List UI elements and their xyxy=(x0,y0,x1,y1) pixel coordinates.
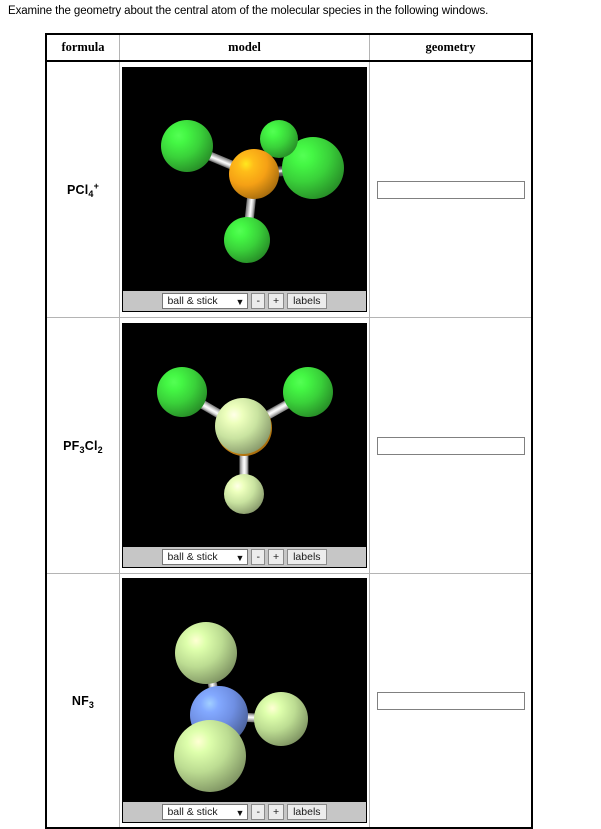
geometry-cell xyxy=(369,573,533,829)
model-cell: ball & stick ▼ - + labels xyxy=(119,60,370,318)
instruction-text: Examine the geometry about the central a… xyxy=(8,5,489,17)
formula-subscript: 3 xyxy=(88,699,95,710)
formula-superscript: + xyxy=(93,180,100,191)
formula-element: PF xyxy=(63,438,80,453)
jmol-applet-pf3cl2[interactable]: ball & stick ▼ - + labels xyxy=(122,323,367,568)
atom-sphere-f xyxy=(175,622,237,684)
atom-sphere-f xyxy=(224,474,264,514)
atom-sphere-f xyxy=(254,692,308,746)
formula-subscript-2: 2 xyxy=(97,444,103,455)
formula-cell: PCl4+ xyxy=(45,60,120,318)
jmol-applet-nf3[interactable]: ball & stick ▼ - + labels xyxy=(122,578,367,823)
atom-sphere-f xyxy=(215,398,271,454)
formula-element: PCl xyxy=(66,182,89,197)
viewer-controls-nf3: ball & stick ▼ - + labels xyxy=(123,801,366,822)
formula-element-2: Cl xyxy=(84,438,98,453)
zoom-out-button[interactable]: - xyxy=(251,549,265,565)
zoom-in-button[interactable]: + xyxy=(267,804,285,820)
formula-element: NF xyxy=(71,693,89,708)
geometry-table: formula model geometry PCl4+ ball & stic… xyxy=(45,33,533,829)
atom-sphere-p xyxy=(229,149,279,199)
column-header-geometry: geometry xyxy=(369,33,533,62)
column-header-model: model xyxy=(119,33,370,62)
labels-button[interactable]: labels xyxy=(287,293,327,309)
zoom-out-button[interactable]: - xyxy=(251,293,265,309)
table-row: PCl4+ ball & stick ▼ - + labels xyxy=(45,60,533,318)
geometry-answer-input[interactable] xyxy=(376,691,525,710)
zoom-in-button[interactable]: + xyxy=(267,549,285,565)
display-style-value: ball & stick xyxy=(167,806,218,818)
labels-button[interactable]: labels xyxy=(287,804,327,820)
atom-sphere-cl xyxy=(283,367,333,417)
atom-sphere-cl xyxy=(224,217,270,263)
table-row: NF3 ball & stick ▼ - + labels xyxy=(45,573,533,829)
viewer-controls-pcl4: ball & stick ▼ - + labels xyxy=(123,290,366,311)
molecule-canvas-pcl4[interactable] xyxy=(123,68,366,290)
display-style-value: ball & stick xyxy=(167,551,218,563)
table-header: formula model geometry xyxy=(45,33,533,62)
chevron-down-icon: ▼ xyxy=(235,553,245,563)
chevron-down-icon: ▼ xyxy=(235,808,245,818)
display-style-value: ball & stick xyxy=(167,295,218,307)
formula-label-nf3: NF3 xyxy=(71,693,95,710)
model-cell: ball & stick ▼ - + labels xyxy=(119,573,370,829)
column-header-formula: formula xyxy=(45,33,120,62)
table-row: PF3Cl2 ball & stick ▼ - + labels xyxy=(45,317,533,574)
formula-label-pcl4: PCl4+ xyxy=(66,180,100,199)
display-style-select[interactable]: ball & stick ▼ xyxy=(162,804,249,820)
formula-label-pf3cl2: PF3Cl2 xyxy=(63,438,103,455)
geometry-answer-input[interactable] xyxy=(376,180,525,199)
model-cell: ball & stick ▼ - + labels xyxy=(119,317,370,574)
geometry-cell xyxy=(369,317,533,574)
atom-sphere-f xyxy=(174,720,246,792)
chevron-down-icon: ▼ xyxy=(235,297,245,307)
table-body: PCl4+ ball & stick ▼ - + labels PF3Cl2 b… xyxy=(45,60,533,829)
zoom-in-button[interactable]: + xyxy=(267,293,285,309)
molecule-canvas-pf3cl2[interactable] xyxy=(123,324,366,546)
zoom-out-button[interactable]: - xyxy=(251,804,265,820)
viewer-controls-pf3cl2: ball & stick ▼ - + labels xyxy=(123,546,366,567)
atom-sphere-cl xyxy=(161,120,213,172)
labels-button[interactable]: labels xyxy=(287,549,327,565)
molecule-canvas-nf3[interactable] xyxy=(123,579,366,801)
geometry-answer-input[interactable] xyxy=(376,436,525,455)
formula-cell: PF3Cl2 xyxy=(45,317,120,574)
geometry-cell xyxy=(369,60,533,318)
atom-sphere-cl xyxy=(157,367,207,417)
display-style-select[interactable]: ball & stick ▼ xyxy=(162,293,249,309)
formula-cell: NF3 xyxy=(45,573,120,829)
jmol-applet-pcl4[interactable]: ball & stick ▼ - + labels xyxy=(122,67,367,312)
display-style-select[interactable]: ball & stick ▼ xyxy=(162,549,249,565)
table-header-row: formula model geometry xyxy=(45,33,533,62)
